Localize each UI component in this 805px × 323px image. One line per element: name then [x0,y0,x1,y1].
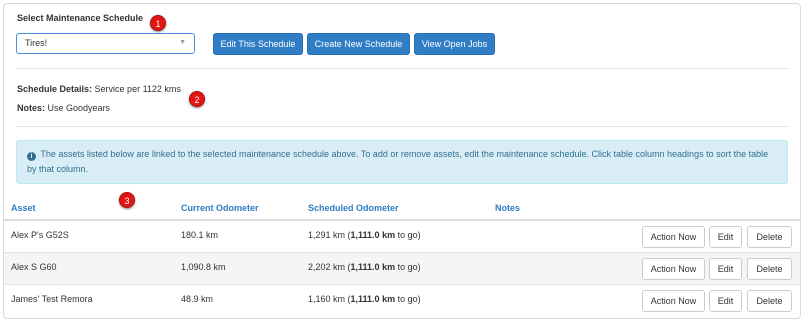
info-icon: i [27,152,36,161]
schedule-select[interactable]: Tires! ▼ [16,33,195,54]
asset-name: Alex P's G52S [11,230,69,240]
column-header-current-odometer[interactable]: Current Odometer [181,203,259,213]
schedule-details-label: Schedule Details: [17,84,93,94]
schedule-details-line: Schedule Details: Service per 1122 kms [17,84,181,94]
info-text: The assets listed below are linked to th… [27,149,769,174]
schedule-details-value: Service per 1122 kms [94,84,181,94]
edit-button[interactable]: Edit [709,258,742,280]
action-now-button[interactable]: Action Now [642,226,705,248]
chevron-down-icon: ▼ [179,39,186,46]
delete-button[interactable]: Delete [747,226,792,248]
action-now-button[interactable]: Action Now [642,258,705,280]
current-odometer: 48.9 km [181,294,214,304]
current-odometer: 180.1 km [181,230,219,240]
notes-value: Use Goodyears [47,103,111,113]
divider [16,68,789,69]
column-header-notes[interactable]: Notes [495,203,520,213]
scheduled-odometer: 1,160 km (1,111.0 km to go) [308,294,421,304]
table-row: Alex S G60 1,090.8 km 2,202 km (1,111.0 … [4,253,800,285]
table-row: Alex P's G52S 180.1 km 1,291 km (1,111.0… [4,221,800,253]
scheduled-odometer: 1,291 km (1,111.0 km to go) [308,230,421,240]
divider [16,126,789,127]
callout-badge-1: 1 [150,15,166,31]
callout-badge-3: 3 [119,192,135,208]
delete-button[interactable]: Delete [747,290,792,312]
edit-button[interactable]: Edit [709,226,742,248]
view-open-jobs-button[interactable]: View Open Jobs [414,33,495,55]
column-header-asset[interactable]: Asset [11,203,36,213]
table-row: James' Test Remora 48.9 km 1,160 km (1,1… [4,285,800,317]
select-schedule-label: Select Maintenance Schedule [17,13,144,23]
asset-name: Alex S G60 [11,262,57,272]
info-alert: i The assets listed below are linked to … [16,140,788,184]
current-odometer: 1,090.8 km [181,262,226,272]
callout-badge-2: 2 [189,91,205,107]
schedule-select-value: Tires! [25,38,48,48]
delete-button[interactable]: Delete [747,258,792,280]
notes-line: Notes: Use Goodyears [17,103,110,113]
asset-name: James' Test Remora [11,294,93,304]
action-now-button[interactable]: Action Now [642,290,705,312]
column-header-scheduled-odometer[interactable]: Scheduled Odometer [308,203,399,213]
create-schedule-button[interactable]: Create New Schedule [307,33,410,55]
edit-button[interactable]: Edit [709,290,742,312]
notes-label: Notes: [17,103,46,113]
scheduled-odometer: 2,202 km (1,111.0 km to go) [308,262,421,272]
edit-schedule-button[interactable]: Edit This Schedule [213,33,303,55]
